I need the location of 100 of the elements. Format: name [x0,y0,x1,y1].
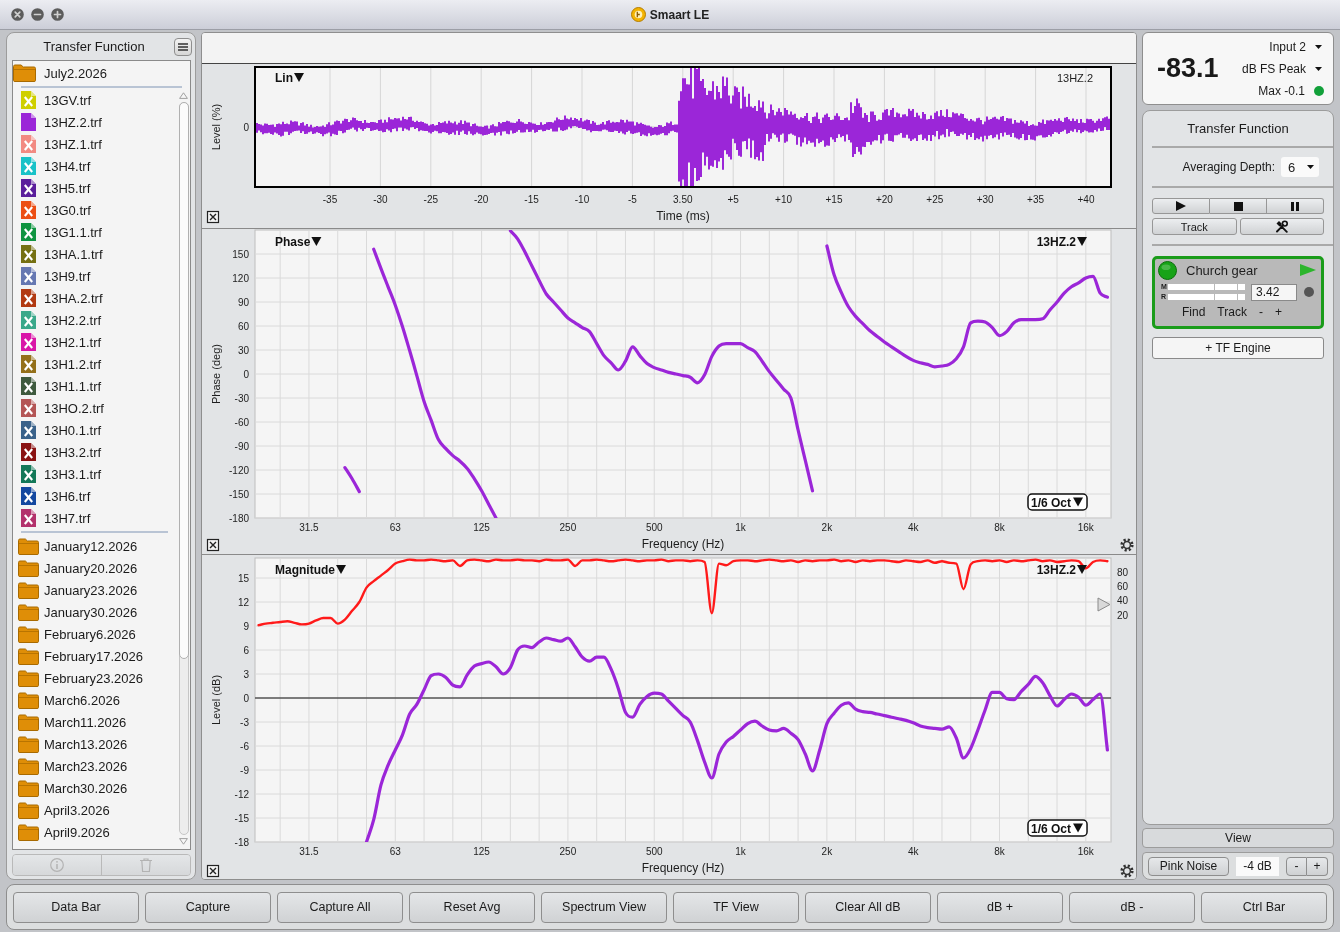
stop-button[interactable] [1210,198,1267,214]
folder-item[interactable]: March6.2026 [13,689,178,711]
toolbar-button[interactable]: Ctrl Bar [1201,891,1327,923]
close-icon[interactable] [206,864,220,878]
file-item[interactable]: 13H2.1.trf [13,331,178,353]
file-item[interactable]: 13H9.trf [13,265,178,287]
play-button[interactable] [1152,198,1210,214]
tools-button[interactable] [1239,218,1324,235]
folder-item[interactable]: April3.2026 [13,799,178,821]
axis-tick-label: -9 [240,764,249,776]
file-item[interactable]: 13HA.2.trf [13,287,178,309]
file-item[interactable]: 13G0.trf [13,199,178,221]
axis-tick-label: -10 [574,194,590,205]
smoothing-dropdown[interactable]: 1/6 Oct [1027,819,1088,837]
axis-tick-label: 31.5 [299,846,319,857]
axis-tick-label: 2k [821,846,833,857]
delay-field[interactable]: 3.42 [1251,283,1297,301]
axis-tick-label: 60 [1117,580,1129,592]
scrollbar-thumb[interactable] [178,102,189,659]
trace-dropdown[interactable]: 13HZ.2 [1036,563,1087,577]
file-item[interactable]: 13H0.1.trf [13,419,178,441]
scrollbar-track[interactable] [178,102,189,835]
axis-tick-label: 4k [907,522,919,533]
maximize-icon[interactable] [51,8,64,21]
settings-icon[interactable] [1120,538,1134,552]
view-button[interactable]: View [1142,828,1334,848]
file-item[interactable]: 13HZ.1.trf [13,133,178,155]
file-item[interactable]: 13HZ.2.trf [13,111,178,133]
file-item[interactable]: 13H6.trf [13,485,178,507]
panel-title: Transfer Function [42,39,146,54]
toolbar-button[interactable]: Reset Avg [409,891,535,923]
field-label: Averaging Depth: [1182,160,1275,174]
folder-item[interactable]: March13.2026 [13,733,178,755]
folder-item[interactable]: January23.2026 [13,579,178,601]
folder-item[interactable]: April9.2026 [13,821,178,843]
toolbar-button[interactable]: Clear All dB [805,891,931,923]
folder-item[interactable]: July2.2026 [13,61,190,85]
axis-tick-label: -18 [234,836,249,848]
track-button[interactable]: Track [1152,218,1237,235]
settings-icon[interactable] [1120,864,1134,878]
averaging-dropdown[interactable]: 6 [1281,157,1319,177]
toolbar-button[interactable]: Spectrum View [541,891,667,923]
toolbar-button[interactable]: dB + [937,891,1063,923]
view-dropdown[interactable]: Magnitude [275,563,346,577]
folder-icon [18,603,39,621]
file-item[interactable]: 13H3.2.trf [13,441,178,463]
toolbar-button[interactable]: Capture [145,891,271,923]
folder-item[interactable]: March23.2026 [13,755,178,777]
folder-item[interactable]: January12.2026 [13,535,178,557]
file-item[interactable]: 13H2.2.trf [13,309,178,331]
scale-dropdown[interactable]: Lin [275,71,304,85]
scale-dropdown[interactable]: dB FS Peak [1241,60,1322,77]
file-item[interactable]: 13H5.trf [13,177,178,199]
find-button[interactable]: Find [1182,305,1206,319]
axis-tick-label: -3 [240,716,249,728]
dot-icon [1304,287,1314,297]
folder-item[interactable]: January20.2026 [13,557,178,579]
plus-button[interactable]: + [1274,305,1282,319]
folder-item[interactable]: January30.2026 [13,601,178,623]
file-item[interactable]: 13H1.1.trf [13,375,178,397]
folder-item[interactable]: February23.2026 [13,667,178,689]
file-item[interactable]: 13G1.1.trf [13,221,178,243]
folder-item[interactable]: February17.2026 [13,645,178,667]
folder-item[interactable]: March11.2026 [13,711,178,733]
increase-button[interactable]: + [1307,856,1328,876]
minimize-icon[interactable] [31,8,44,21]
menu-button[interactable] [174,37,192,56]
toolbar-button[interactable]: Data Bar [13,891,139,923]
axis-tick-label: -15 [234,812,249,824]
trace-label: 13HZ.2 [1056,72,1093,84]
minus-button[interactable]: - [1258,305,1263,319]
view-dropdown[interactable]: Phase [275,235,322,249]
toolbar-button[interactable]: dB - [1069,891,1195,923]
triangle-marker-icon[interactable] [1097,597,1111,612]
file-item[interactable]: 13H4.trf [13,155,178,177]
decrease-button[interactable]: - [1286,856,1307,876]
file-item[interactable]: 13HO.2.trf [13,397,178,419]
file-item[interactable]: 13H1.2.trf [13,353,178,375]
folder-icon [18,581,39,599]
axis-title: Frequency (Hz) [641,537,725,551]
gain-field[interactable]: -4 dB [1236,856,1279,876]
close-icon[interactable] [206,210,220,224]
folder-item[interactable]: March30.2026 [13,777,178,799]
file-item[interactable]: 13H3.1.trf [13,463,178,485]
axis-tick-label: 0 [243,692,249,704]
noise-generator-button[interactable]: Pink Noise [1148,856,1229,876]
add-engine-button[interactable]: + TF Engine [1152,337,1324,359]
file-item[interactable]: 13HA.1.trf [13,243,178,265]
toolbar-button[interactable]: Capture All [277,891,403,923]
file-item[interactable]: 13GV.trf [13,89,178,111]
axis-tick-label: +15 [825,194,843,205]
toolbar-button[interactable]: TF View [673,891,799,923]
input-dropdown[interactable]: Input 2 [1269,38,1322,55]
axis-tick-label: 500 [645,522,663,533]
track-button[interactable]: Track [1217,305,1247,319]
pause-button[interactable] [1267,198,1324,214]
axis-tick-label: -30 [234,392,249,404]
file-item[interactable]: 13H7.trf [13,507,178,529]
close-icon[interactable] [206,538,220,552]
folder-item[interactable]: February6.2026 [13,623,178,645]
